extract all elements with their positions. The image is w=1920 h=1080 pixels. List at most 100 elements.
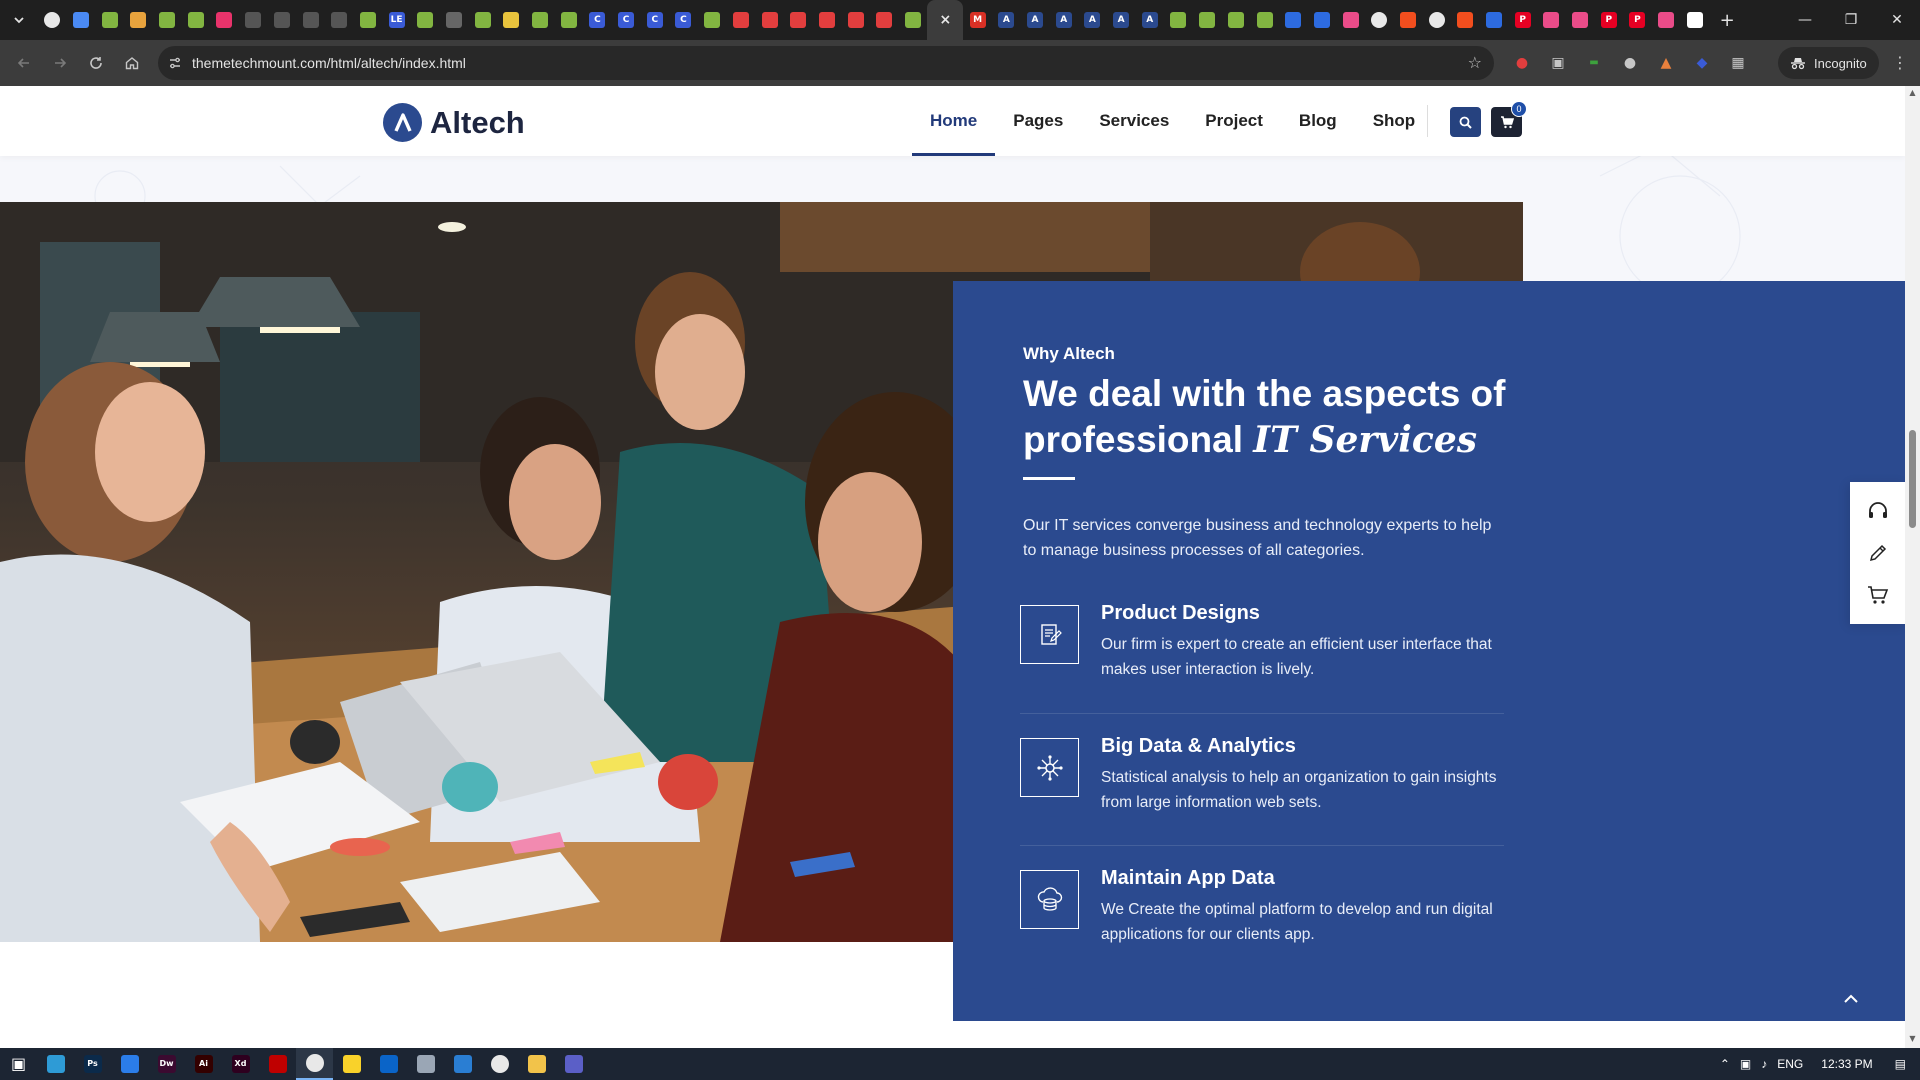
tab-search-button[interactable] [0,0,38,40]
browser-tab[interactable] [1566,0,1595,40]
browser-tab[interactable]: LE [382,0,411,40]
taskbar-app[interactable] [481,1048,518,1080]
address-bar[interactable]: themetechmount.com/html/altech/index.htm… [158,46,1494,80]
browser-tab[interactable] [1394,0,1423,40]
browser-tab[interactable]: A [1107,0,1136,40]
site-info-icon[interactable] [158,56,192,70]
browser-tab[interactable] [1422,0,1451,40]
nav-shop[interactable]: Shop [1355,86,1434,156]
active-tab[interactable]: × [927,0,964,40]
extension-icon[interactable]: ● [1508,49,1536,77]
taskbar-app[interactable] [333,1048,370,1080]
nav-pages[interactable]: Pages [995,86,1081,156]
browser-tab[interactable] [1537,0,1566,40]
browser-menu-icon[interactable]: ⋮ [1892,53,1908,72]
browser-tab[interactable]: C [612,0,641,40]
browser-tab[interactable] [841,0,870,40]
nav-blog[interactable]: Blog [1281,86,1355,156]
url-text[interactable]: themetechmount.com/html/altech/index.htm… [192,55,466,71]
browser-tab[interactable]: P [1623,0,1652,40]
support-headset-button[interactable] [1863,496,1893,526]
browser-tab[interactable]: A [1049,0,1078,40]
taskbar-app[interactable]: Dw [148,1048,185,1080]
new-tab-button[interactable]: + [1709,0,1745,40]
browser-tab[interactable] [354,0,383,40]
browser-tab[interactable] [95,0,124,40]
scroll-to-top-button[interactable] [1839,986,1863,1010]
browser-tab[interactable] [784,0,813,40]
scroll-down-arrow-icon[interactable]: ▼ [1908,1034,1917,1043]
browser-tab[interactable]: C [669,0,698,40]
browser-tab[interactable] [1193,0,1222,40]
browser-tab[interactable] [1652,0,1681,40]
nav-home[interactable]: Home [912,86,996,156]
forward-button[interactable] [42,45,78,81]
browser-tab[interactable] [1222,0,1251,40]
browser-tab[interactable] [38,0,67,40]
browser-tab[interactable] [755,0,784,40]
extension-icon[interactable]: ◆ [1688,49,1716,77]
browser-tab[interactable] [468,0,497,40]
taskbar-app[interactable]: Ps [74,1048,111,1080]
browser-tab[interactable] [813,0,842,40]
page-scrollbar[interactable]: ▲ ▼ [1905,86,1920,1048]
reload-button[interactable] [78,45,114,81]
browser-tab[interactable]: A [1021,0,1050,40]
browser-tab[interactable] [67,0,96,40]
browser-tab[interactable] [1250,0,1279,40]
browser-tab[interactable] [698,0,727,40]
browser-tab[interactable] [153,0,182,40]
extension-icon[interactable]: ▣ [1544,49,1572,77]
browser-tab[interactable]: M [963,0,992,40]
browser-tab[interactable] [210,0,239,40]
nav-services[interactable]: Services [1081,86,1187,156]
browser-tab[interactable] [899,0,928,40]
close-window-icon[interactable]: ✕ [1874,0,1920,40]
browser-tab[interactable] [1279,0,1308,40]
close-tab-icon[interactable]: × [937,12,953,28]
browser-tab[interactable]: C [583,0,612,40]
taskbar-app[interactable]: ▣ [0,1048,37,1080]
volume-icon[interactable]: ♪ [1761,1057,1767,1071]
browser-tab[interactable] [296,0,325,40]
scroll-up-arrow-icon[interactable]: ▲ [1908,88,1917,97]
browser-tab[interactable] [1451,0,1480,40]
browser-tab[interactable] [124,0,153,40]
browser-tab[interactable] [181,0,210,40]
taskbar-app[interactable] [444,1048,481,1080]
nav-project[interactable]: Project [1187,86,1281,156]
buy-now-button[interactable] [1863,580,1893,610]
browser-tab[interactable] [440,0,469,40]
extension-icon[interactable]: ▲ [1652,49,1680,77]
browser-tab[interactable]: C [640,0,669,40]
site-logo[interactable]: Altech [383,103,525,142]
browser-tab[interactable] [239,0,268,40]
taskbar-app[interactable] [555,1048,592,1080]
scrollbar-thumb[interactable] [1909,430,1916,528]
bookmark-star-icon[interactable]: ☆ [1468,53,1482,72]
browser-tab[interactable] [526,0,555,40]
taskbar-app[interactable] [296,1048,333,1080]
browser-tab[interactable] [727,0,756,40]
clock[interactable]: 12:33 PM [1821,1057,1872,1071]
browser-tab[interactable] [268,0,297,40]
taskbar-app[interactable] [518,1048,555,1080]
tray-overflow-icon[interactable]: ⌃ [1720,1057,1730,1071]
incognito-badge[interactable]: Incognito [1778,47,1879,79]
browser-tab[interactable] [1480,0,1509,40]
browser-tab[interactable] [554,0,583,40]
taskbar-app[interactable] [370,1048,407,1080]
browser-tab[interactable] [1308,0,1337,40]
taskbar-app[interactable]: Ai [185,1048,222,1080]
home-button[interactable] [114,45,150,81]
browser-tab[interactable] [411,0,440,40]
network-icon[interactable]: ▣ [1740,1057,1751,1071]
puzzle-icon[interactable]: ▦ [1724,49,1752,77]
taskbar-app[interactable]: Xd [222,1048,259,1080]
browser-tab[interactable] [1365,0,1394,40]
taskbar-app[interactable] [259,1048,296,1080]
language-indicator[interactable]: ENG [1777,1057,1803,1071]
minimize-icon[interactable]: — [1782,0,1828,40]
restore-icon[interactable]: ❐ [1828,0,1874,40]
browser-tab[interactable] [325,0,354,40]
